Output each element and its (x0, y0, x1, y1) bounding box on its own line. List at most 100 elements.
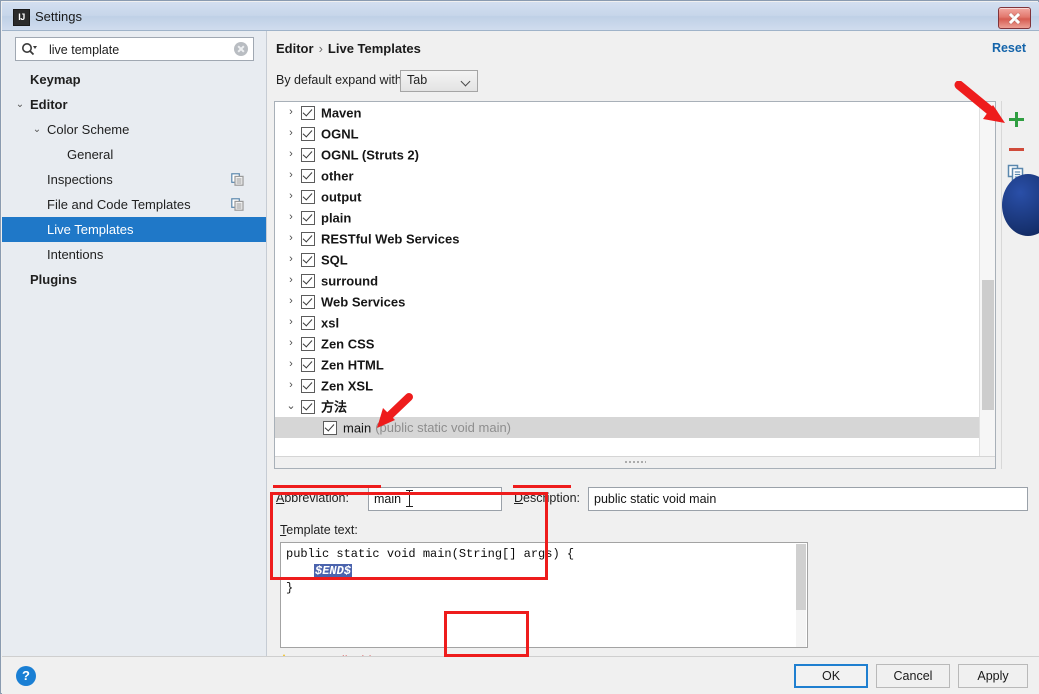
template-row[interactable]: ›Zen CSS (275, 333, 995, 354)
editor-scrollbar[interactable] (796, 544, 806, 648)
template-checkbox[interactable] (301, 295, 315, 309)
sidebar-item-plugins[interactable]: Plugins (2, 267, 266, 292)
template-row[interactable]: › output (275, 186, 995, 207)
sidebar-item-file-and-code-templates[interactable]: File and Code Templates (2, 192, 266, 217)
sidebar-item-label: Live Templates (47, 217, 133, 242)
template-checkbox[interactable] (301, 358, 315, 372)
template-row[interactable]: › RESTful Web Services (275, 228, 995, 249)
remove-icon[interactable] (1006, 139, 1026, 159)
chevron-right-icon[interactable]: › (283, 270, 299, 291)
chevron-right-icon[interactable]: › (283, 249, 299, 270)
template-code: public static void main(String[] args) {… (286, 546, 574, 597)
sidebar-item-label: General (67, 142, 113, 167)
template-checkbox[interactable] (301, 211, 315, 225)
copy-settings-icon[interactable] (231, 173, 244, 186)
chevron-right-icon[interactable]: › (283, 312, 299, 333)
cancel-button[interactable]: Cancel (876, 664, 950, 688)
apply-button[interactable]: Apply (958, 664, 1028, 688)
search-box[interactable] (15, 37, 254, 61)
sidebar-item-intentions[interactable]: Intentions (2, 242, 266, 267)
chevron-right-icon[interactable]: › (283, 144, 299, 165)
template-row[interactable]: main(public static void main) (275, 417, 995, 438)
template-checkbox[interactable] (301, 274, 315, 288)
sidebar-item-live-templates[interactable]: Live Templates (2, 217, 266, 242)
chevron-right-icon[interactable]: › (283, 375, 299, 396)
template-checkbox[interactable] (301, 106, 315, 120)
description-input[interactable] (588, 487, 1028, 511)
template-name: main (343, 420, 371, 435)
template-checkbox[interactable] (301, 148, 315, 162)
abbreviation-input[interactable] (368, 487, 502, 511)
templates-scrollbar-thumb[interactable] (982, 280, 994, 410)
chevron-right-icon[interactable]: › (283, 207, 299, 228)
chevron-right-icon[interactable]: › (283, 291, 299, 312)
chevron-down-icon[interactable]: ⌄ (283, 396, 299, 417)
template-checkbox[interactable] (301, 127, 315, 141)
templates-list[interactable]: ›Maven›OGNL›OGNL (Struts 2)›other›output… (274, 101, 996, 469)
default-expand-select[interactable]: Tab (400, 70, 478, 92)
chevron-down-icon[interactable]: ⌄ (30, 117, 44, 142)
template-row[interactable]: ›Zen HTML (275, 354, 995, 375)
app-logo-icon: IJ (13, 9, 30, 26)
template-checkbox[interactable] (301, 190, 315, 204)
template-checkbox[interactable] (301, 232, 315, 246)
copy-settings-icon[interactable] (231, 198, 244, 211)
template-row[interactable]: ›plain (275, 207, 995, 228)
chevron-right-icon[interactable]: › (283, 123, 299, 144)
ok-button[interactable]: OK (794, 664, 868, 688)
template-checkbox[interactable] (323, 421, 337, 435)
template-checkbox[interactable] (301, 253, 315, 267)
template-checkbox[interactable] (301, 400, 315, 414)
chevron-right-icon[interactable]: › (283, 165, 299, 186)
breadcrumb: Editor›Live Templates (276, 41, 421, 56)
templates-scrollbar[interactable] (979, 102, 995, 468)
template-row[interactable]: ›Maven (275, 102, 995, 123)
sidebar-item-color-scheme[interactable]: ⌄Color Scheme (2, 117, 266, 142)
template-row[interactable]: ›Web Services (275, 291, 995, 312)
template-row[interactable]: ⌄方法 (275, 396, 995, 417)
settings-sidebar: Keymap⌄Editor⌄Color SchemeGeneralInspect… (2, 31, 267, 656)
chevron-right-icon[interactable]: › (283, 333, 299, 354)
template-checkbox[interactable] (301, 337, 315, 351)
template-name: other (321, 168, 354, 183)
chevron-right-icon[interactable]: › (283, 354, 299, 375)
template-name: RESTful Web Services (321, 231, 459, 246)
description-label-rest: escription: (523, 491, 580, 505)
template-row[interactable]: ›OGNL (275, 123, 995, 144)
default-expand-value: Tab (407, 73, 427, 87)
template-text-editor[interactable]: public static void main(String[] args) {… (280, 542, 808, 648)
template-row[interactable]: › other (275, 165, 995, 186)
sidebar-item-label: Keymap (30, 67, 81, 92)
add-icon[interactable] (1006, 109, 1026, 129)
sidebar-item-keymap[interactable]: Keymap (2, 67, 266, 92)
reset-link[interactable]: Reset (992, 41, 1026, 55)
sidebar-item-label: Inspections (47, 167, 113, 192)
sidebar-item-general[interactable]: General (2, 142, 266, 167)
editor-scrollbar-thumb[interactable] (796, 544, 806, 610)
help-icon[interactable]: ? (16, 666, 36, 686)
template-name: output (321, 189, 361, 204)
breadcrumb-root[interactable]: Editor (276, 41, 314, 56)
template-checkbox[interactable] (301, 169, 315, 183)
chevron-right-icon[interactable]: › (283, 228, 299, 249)
chevron-right-icon[interactable]: › (283, 186, 299, 207)
code-line-1: public static void main(String[] args) { (286, 547, 574, 561)
search-input[interactable] (47, 38, 231, 62)
clear-icon[interactable] (234, 42, 248, 56)
template-checkbox[interactable] (301, 316, 315, 330)
templates-resize-bar[interactable] (275, 456, 995, 468)
template-checkbox[interactable] (301, 379, 315, 393)
template-name: Zen XSL (321, 378, 373, 393)
chevron-down-icon[interactable]: ⌄ (13, 92, 27, 117)
sidebar-item-editor[interactable]: ⌄Editor (2, 92, 266, 117)
template-row[interactable]: ›surround (275, 270, 995, 291)
template-row[interactable]: ›SQL (275, 249, 995, 270)
template-row[interactable]: ›xsl (275, 312, 995, 333)
template-row[interactable]: › Zen XSL (275, 375, 995, 396)
title-bar: IJ Settings (2, 2, 1039, 31)
sidebar-item-label: Plugins (30, 267, 77, 292)
sidebar-item-inspections[interactable]: Inspections (2, 167, 266, 192)
template-row[interactable]: ›OGNL (Struts 2) (275, 144, 995, 165)
close-icon[interactable] (998, 7, 1031, 29)
chevron-right-icon[interactable]: › (283, 102, 299, 123)
